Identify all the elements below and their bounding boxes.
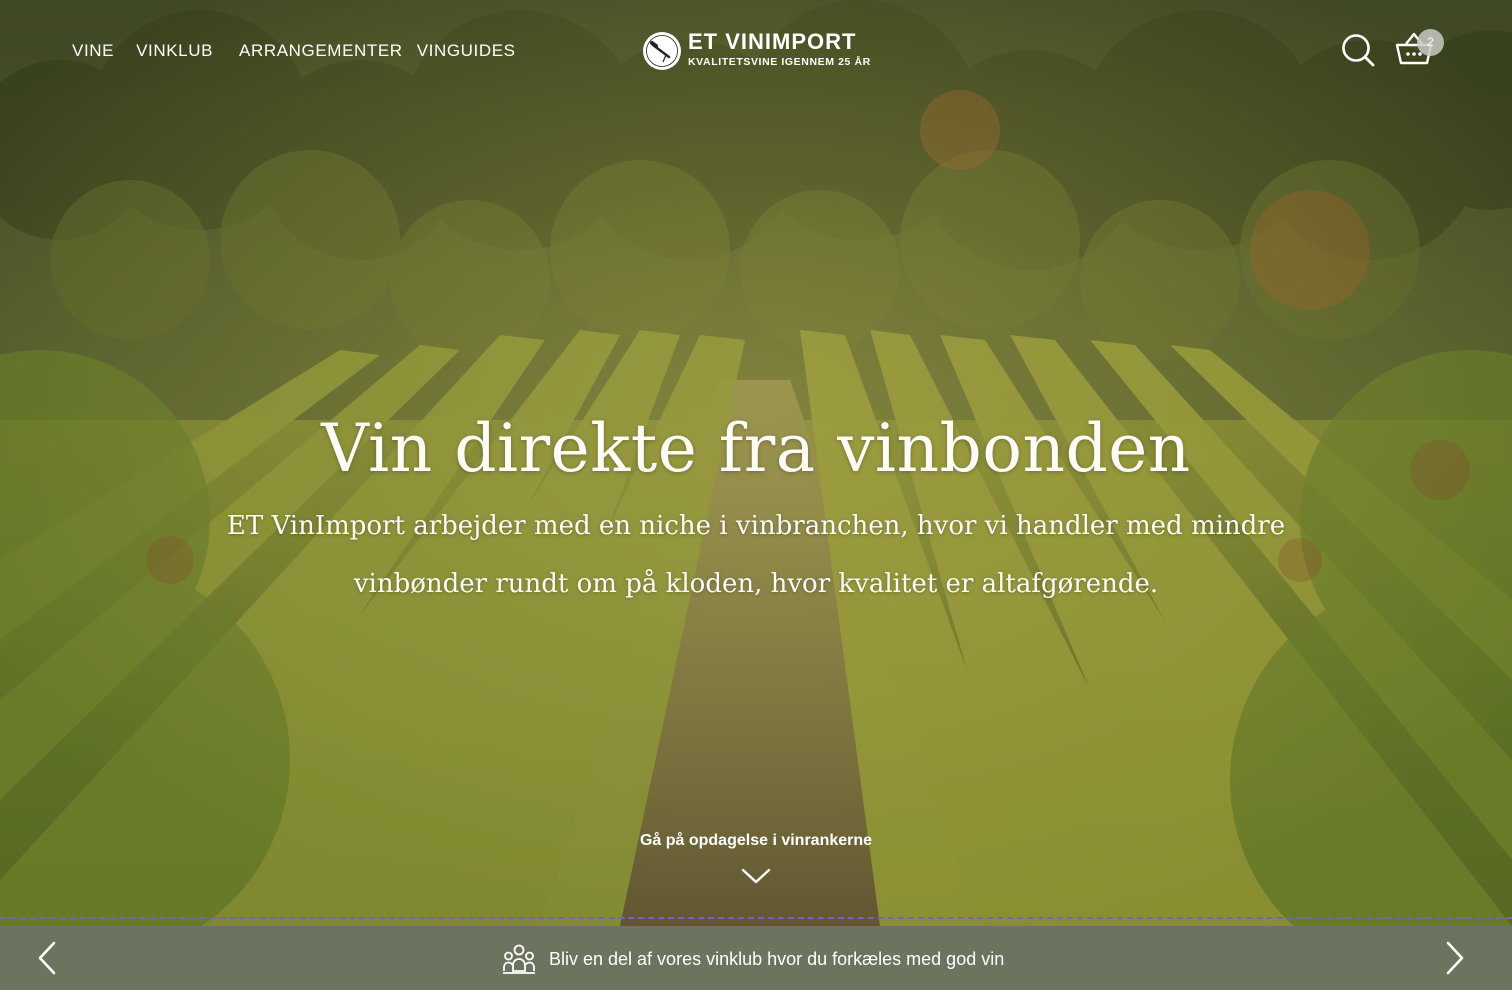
hero-subtitle: ET VinImport arbejder med en niche i vin… <box>226 511 1286 599</box>
nav-item-arrangementer[interactable]: ARRANGEMENTER <box>239 38 403 64</box>
announcement-bar: Bliv en del af vores vinklub hvor du for… <box>0 926 1512 990</box>
section-divider <box>0 917 1512 919</box>
people-icon <box>503 944 535 974</box>
nav-item-vinguides[interactable]: VINGUIDES <box>417 38 516 64</box>
announcement-content[interactable]: Bliv en del af vores vinklub hvor du for… <box>502 942 1004 976</box>
logo-seal-icon <box>643 32 681 70</box>
announcement-text: Bliv en del af vores vinklub hvor du for… <box>549 948 1005 969</box>
chevron-down-icon[interactable] <box>740 866 772 886</box>
search-icon[interactable] <box>1340 32 1376 68</box>
chevron-right-icon[interactable] <box>1440 940 1470 976</box>
hero-title: Vin direkte fra vinbonden <box>321 410 1191 487</box>
chevron-left-icon[interactable] <box>32 940 62 976</box>
site-logo[interactable]: ET VinImport Kvalitetsvine igennem 25 år <box>642 29 870 73</box>
nav-item-vine[interactable]: VINE <box>72 38 114 64</box>
logo-brand: ET VinImport <box>688 29 857 54</box>
logo-tagline: Kvalitetsvine igennem 25 år <box>688 56 871 68</box>
nav-item-vinklub[interactable]: VINKLUB <box>136 38 213 64</box>
main-navigation: VINE VINKLUB ARRANGEMENTER VINGUIDES <box>72 38 516 64</box>
scroll-down-link[interactable]: Gå på opdagelse i vinrankerne <box>0 832 1512 850</box>
cart-count-badge: 2 <box>1417 29 1444 56</box>
